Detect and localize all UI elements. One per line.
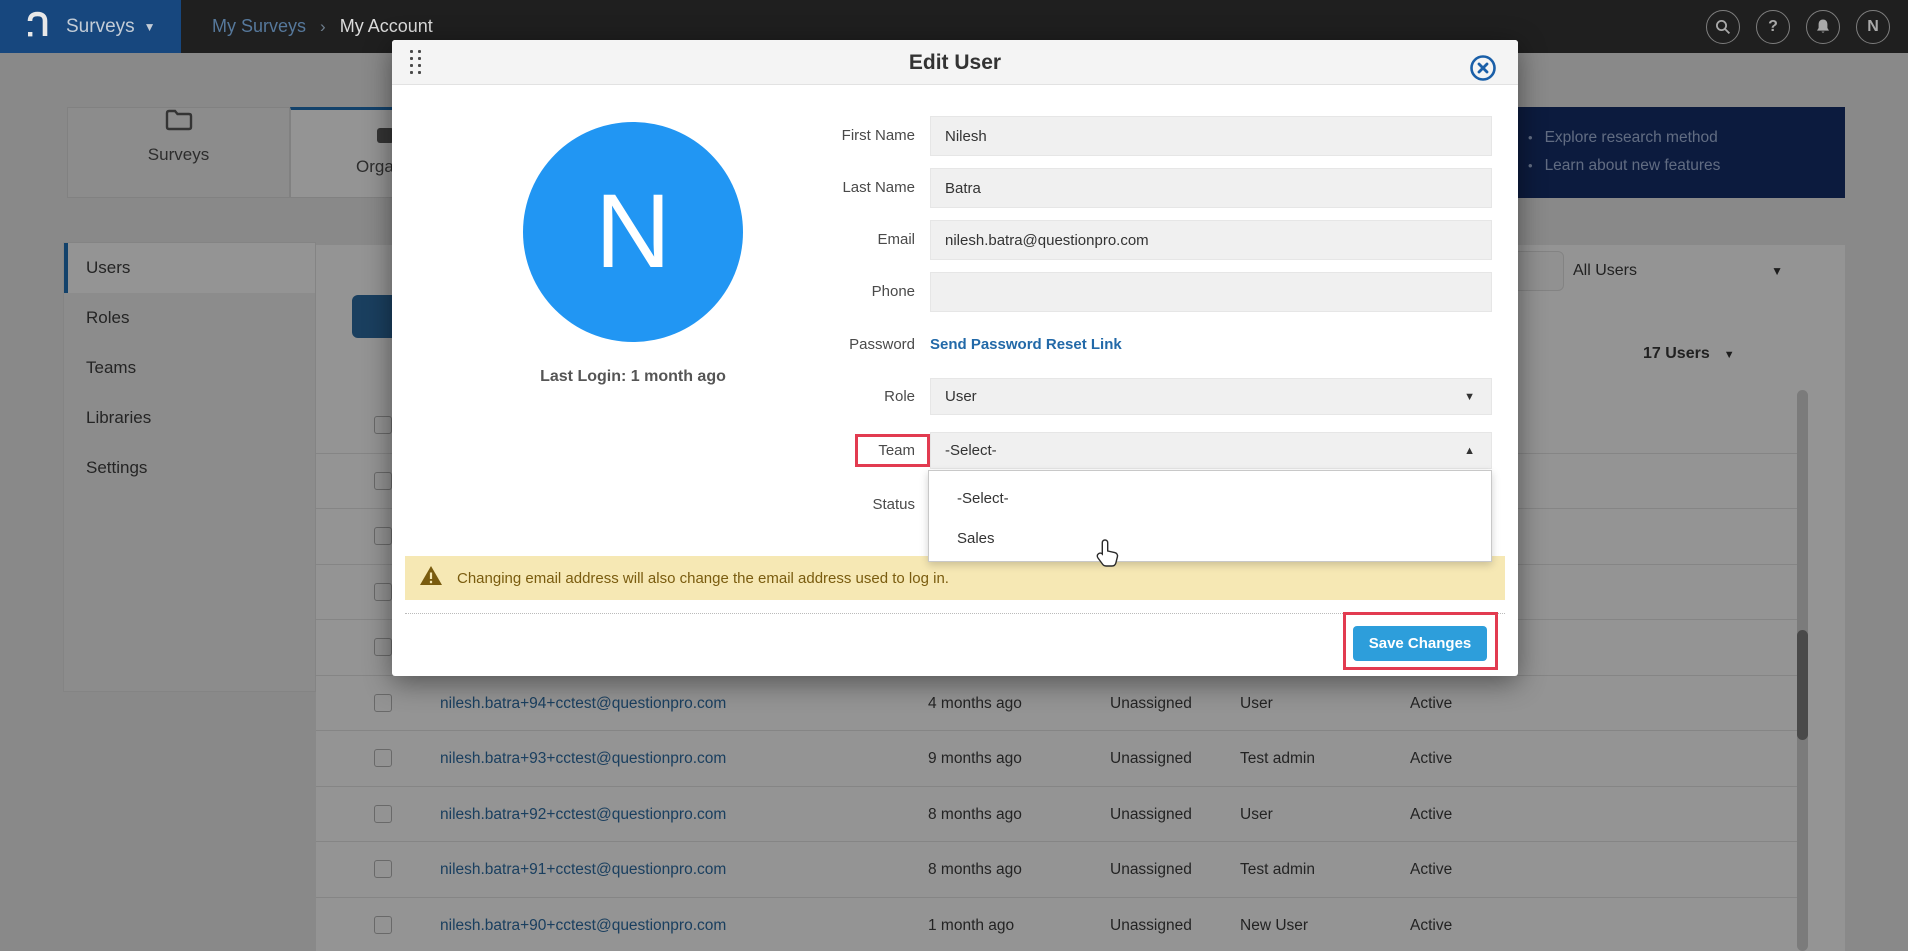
breadcrumb-separator: › bbox=[320, 17, 326, 37]
product-menu[interactable]: Surveys ▼ bbox=[0, 0, 181, 53]
edit-user-modal: Edit User N Last Login: 1 month ago Firs… bbox=[392, 40, 1518, 676]
last-name-label: Last Name bbox=[755, 168, 915, 208]
team-option-select[interactable]: -Select- bbox=[929, 479, 1491, 519]
chevron-down-icon: ▼ bbox=[144, 20, 156, 34]
role-select[interactable]: User ▼ bbox=[930, 378, 1492, 415]
app-window: Surveys ▼ My Surveys › My Account ? N Su… bbox=[0, 0, 1908, 951]
password-label: Password bbox=[755, 336, 915, 354]
last-login-text: Last Login: 1 month ago bbox=[508, 368, 758, 386]
modal-title: Edit User bbox=[392, 40, 1518, 85]
user-avatar-large: N bbox=[523, 122, 743, 342]
email-label: Email bbox=[755, 220, 915, 260]
last-name-field[interactable] bbox=[930, 168, 1492, 208]
breadcrumb-my-account: My Account bbox=[340, 16, 433, 37]
notifications-bell-icon[interactable] bbox=[1806, 10, 1840, 44]
chevron-down-icon: ▼ bbox=[1464, 379, 1475, 416]
phone-label: Phone bbox=[755, 272, 915, 312]
search-icon[interactable] bbox=[1706, 10, 1740, 44]
team-option-sales[interactable]: Sales bbox=[929, 519, 1491, 559]
status-label: Status bbox=[755, 486, 915, 523]
modal-header: Edit User bbox=[392, 40, 1518, 85]
team-label-annotation-box bbox=[855, 434, 930, 467]
team-select[interactable]: -Select- ▲ bbox=[930, 432, 1492, 469]
help-icon[interactable]: ? bbox=[1756, 10, 1790, 44]
questionpro-logo-icon bbox=[24, 9, 50, 44]
first-name-field[interactable] bbox=[930, 116, 1492, 156]
role-select-value: User bbox=[945, 388, 977, 405]
save-button-annotation-box bbox=[1343, 612, 1498, 670]
phone-field[interactable] bbox=[930, 272, 1492, 312]
first-name-label: First Name bbox=[755, 116, 915, 156]
team-dropdown-panel: -Select- Sales bbox=[928, 470, 1492, 562]
breadcrumb-my-surveys[interactable]: My Surveys bbox=[212, 16, 306, 37]
warning-text: Changing email address will also change … bbox=[457, 570, 949, 587]
chevron-up-icon: ▲ bbox=[1464, 433, 1475, 470]
role-label: Role bbox=[755, 378, 915, 415]
footer-divider bbox=[405, 613, 1505, 614]
team-select-value: -Select- bbox=[945, 442, 997, 459]
warning-triangle-icon bbox=[419, 565, 443, 591]
email-field[interactable] bbox=[930, 220, 1492, 260]
product-name: Surveys bbox=[66, 16, 135, 38]
send-password-reset-link[interactable]: Send Password Reset Link bbox=[930, 336, 1122, 353]
email-change-warning: Changing email address will also change … bbox=[405, 556, 1505, 600]
user-avatar[interactable]: N bbox=[1856, 10, 1890, 44]
mouse-cursor-pointer bbox=[1096, 538, 1120, 573]
close-icon[interactable] bbox=[1469, 54, 1497, 82]
